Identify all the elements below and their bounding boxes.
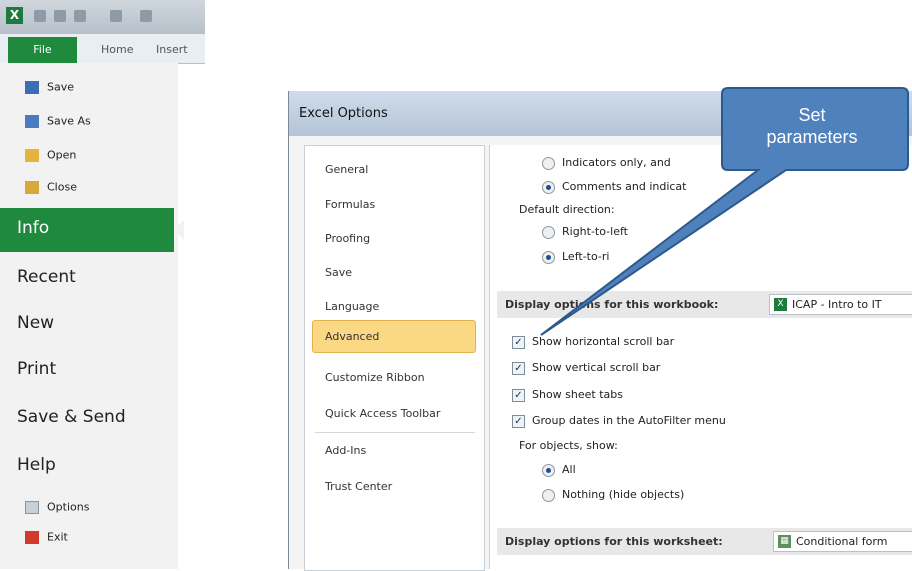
callout-line-1: Set	[798, 105, 826, 125]
callout-label: Set parameters	[722, 104, 902, 148]
callout-line-2: parameters	[766, 127, 858, 147]
callout-shape	[540, 87, 909, 336]
